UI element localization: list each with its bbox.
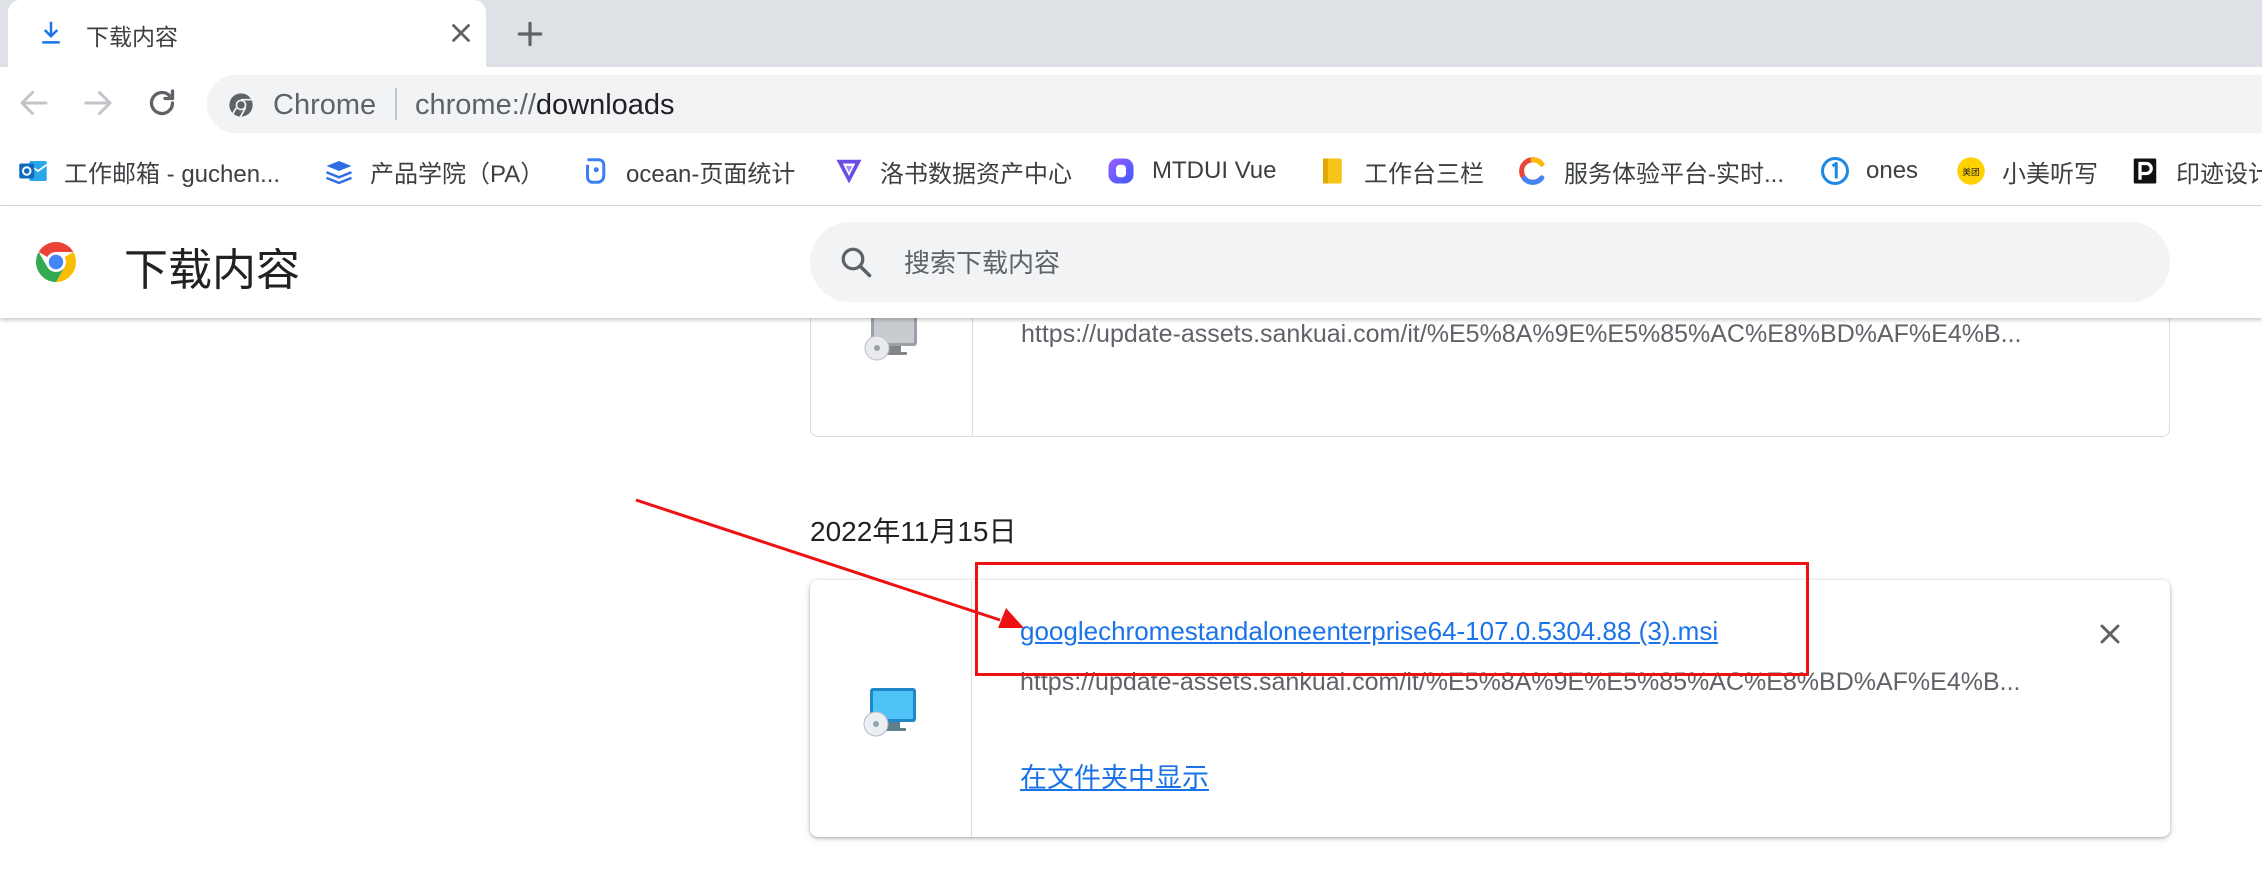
bookmark-item[interactable]: 工作邮箱 - guchen... [18,151,280,191]
url-path: downloads [535,89,675,121]
bookmark-item[interactable]: 工作台三栏 [1318,151,1484,191]
bookmark-label: ones [1866,157,1919,184]
bookmark-item[interactable]: MTDUI Vue [1106,151,1276,191]
tab-close-icon[interactable] [446,18,476,48]
address-bar[interactable]: Chrome chrome://downloads [207,75,2262,133]
search-input[interactable] [902,222,2126,304]
folder-icon [1323,158,1342,184]
meituan-icon: 美团 [1957,157,1985,185]
remove-download-icon[interactable] [2094,618,2126,650]
bookmark-item[interactable]: 产品学院（PA） [324,151,544,191]
bookmark-label: 服务体验平台-实时... [1564,160,1784,188]
download-url: https://update-assets.sankuai.com/it/%E5… [1021,320,2022,348]
bookmark-item[interactable]: 洛书数据资产中心 [834,151,1072,191]
mtdui-icon [1108,158,1134,184]
bookmark-label: 产品学院（PA） [370,160,545,188]
url-scheme: chrome:// [415,89,536,121]
svg-text:美团: 美团 [1962,166,1980,178]
date-header: 2022年11月15日 [810,516,1017,547]
bookmark-label: MTDUI Vue [1152,157,1277,184]
annotation-highlight-box [975,562,1809,676]
toolbar: Chrome chrome://downloads [0,67,2262,141]
yinji-icon [2133,158,2157,184]
tab-downloads[interactable]: 下载内容 [8,0,486,67]
bookmark-label: 工作邮箱 - guchen... [64,160,281,188]
omnibox-separator [395,88,397,120]
tab-strip: 下载内容 [0,0,2262,67]
c-logo-icon [1519,157,1545,185]
forward-arrow-icon[interactable] [80,85,116,121]
search-box[interactable] [810,222,2170,304]
bookmark-item[interactable]: ones [1820,151,1918,191]
bookmark-item[interactable]: 美团 小美听写 [1956,151,2098,191]
reload-icon[interactable] [144,85,180,121]
outlook-icon [19,161,48,181]
search-icon[interactable] [838,244,874,280]
bookmark-label: ocean-页面统计 [626,160,796,188]
tab-title: 下载内容 [86,24,178,50]
stack-icon [326,161,352,185]
luoshu-icon [836,159,862,184]
plus-icon[interactable] [514,18,546,50]
bookmark-item[interactable]: 印迹设计 [2130,151,2262,191]
show-in-folder-link[interactable]: 在文件夹中显示 [1020,756,1209,795]
bookmark-item[interactable]: ocean-页面统计 [580,151,795,191]
chrome-icon [229,93,253,118]
url-text[interactable]: chrome://downloads [415,89,675,122]
omnibox-chip-label: Chrome [273,89,377,121]
chrome-logo-icon [36,242,76,282]
bookmark-label: 工作台三栏 [1364,160,1484,188]
ocean-icon [586,158,606,184]
bookmark-label: 洛书数据资产中心 [880,160,1072,188]
bookmark-label: 印迹设计 [2176,160,2262,188]
installer-file-icon [863,688,916,737]
card-divider [971,580,972,837]
page-title: 下载内容 [124,246,300,295]
bookmark-label: 小美听写 [2002,160,2098,188]
downloads-header: 下载内容 [0,206,2262,318]
bookmarks-bar: 工作邮箱 - guchen... 产品学院（PA） ocean-页面统计 洛书数… [0,141,2262,206]
download-icon [42,21,60,44]
back-arrow-icon[interactable] [16,85,52,121]
ones-icon [1821,157,1849,185]
bookmark-item[interactable]: 服务体验平台-实时... [1518,151,1784,191]
